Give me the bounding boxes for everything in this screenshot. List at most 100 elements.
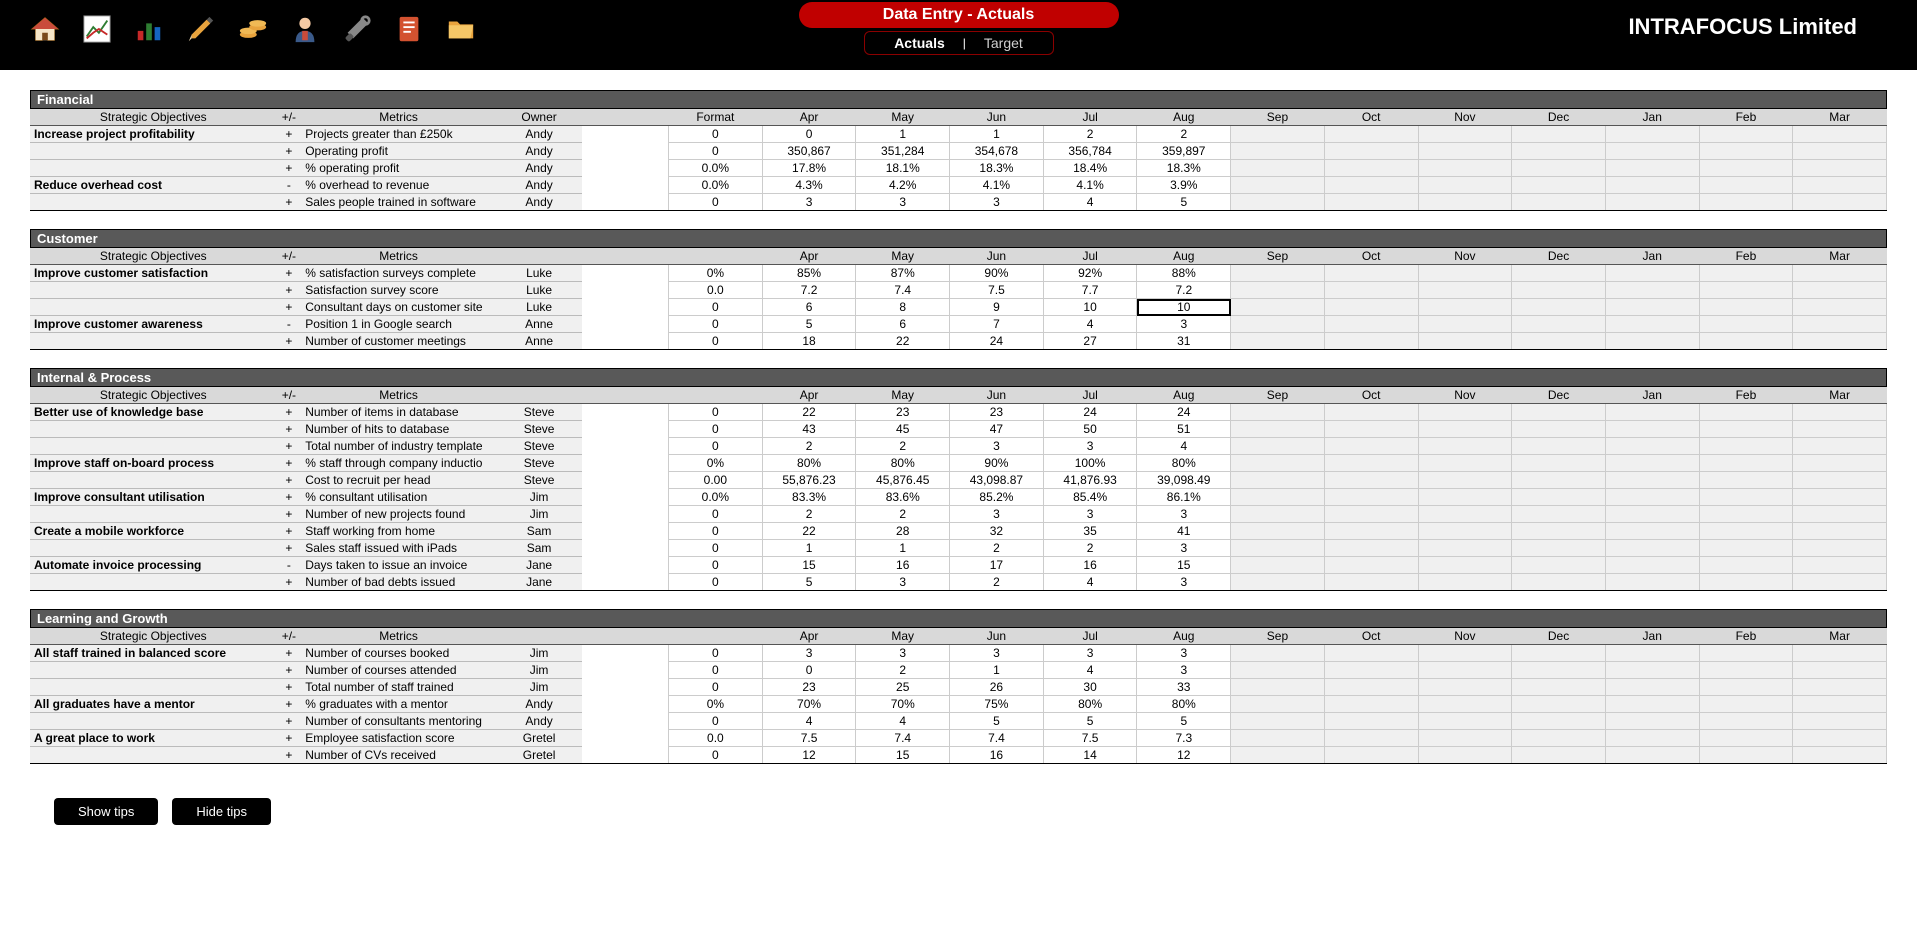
cell-mon[interactable] bbox=[1793, 333, 1887, 350]
cell-mon[interactable] bbox=[1418, 540, 1512, 557]
cell-mon[interactable] bbox=[1699, 438, 1793, 455]
cell-mon[interactable]: 4 bbox=[1137, 438, 1231, 455]
cell-mon[interactable]: 6 bbox=[856, 316, 950, 333]
cell-mon[interactable] bbox=[1605, 282, 1699, 299]
cell-mon[interactable]: 5 bbox=[1137, 713, 1231, 730]
cell-mon[interactable] bbox=[1793, 299, 1887, 316]
cell-fmt[interactable]: 0.0% bbox=[669, 177, 763, 194]
cell-mon[interactable]: 1 bbox=[856, 126, 950, 143]
cell-mon[interactable] bbox=[1231, 489, 1325, 506]
cell-mon[interactable]: 356,784 bbox=[1043, 143, 1137, 160]
cell-pm[interactable]: - bbox=[277, 557, 302, 574]
cell-mon[interactable] bbox=[1699, 194, 1793, 211]
cell-pm[interactable]: + bbox=[277, 282, 302, 299]
cell-mon[interactable] bbox=[1605, 540, 1699, 557]
cell-mon[interactable] bbox=[1699, 455, 1793, 472]
cell-mon[interactable]: 70% bbox=[762, 696, 856, 713]
cell-pm[interactable]: + bbox=[277, 299, 302, 316]
cell-mon[interactable]: 22 bbox=[762, 523, 856, 540]
cell-pm[interactable]: + bbox=[277, 404, 302, 421]
cell-fmt[interactable]: 0 bbox=[669, 747, 763, 764]
cell-mon[interactable] bbox=[1793, 747, 1887, 764]
cell-mon[interactable]: 7.5 bbox=[950, 282, 1044, 299]
cell-fmt[interactable]: 0% bbox=[669, 696, 763, 713]
cell-mon[interactable] bbox=[1231, 404, 1325, 421]
cell-mon[interactable]: 85% bbox=[762, 265, 856, 282]
cell-mon[interactable]: 3 bbox=[1137, 506, 1231, 523]
home-icon[interactable] bbox=[28, 12, 62, 46]
cell-mon[interactable]: 14 bbox=[1043, 747, 1137, 764]
cell-pm[interactable]: + bbox=[277, 160, 302, 177]
cell-mon[interactable]: 4 bbox=[856, 713, 950, 730]
cell-mon[interactable] bbox=[1418, 333, 1512, 350]
cell-mon[interactable]: 3 bbox=[1043, 438, 1137, 455]
cell-mon[interactable] bbox=[1699, 713, 1793, 730]
cell-pm[interactable]: + bbox=[277, 540, 302, 557]
cell-mon[interactable]: 7.2 bbox=[762, 282, 856, 299]
cell-mon[interactable] bbox=[1231, 438, 1325, 455]
cell-pm[interactable]: + bbox=[277, 333, 302, 350]
cell-mon[interactable]: 83.6% bbox=[856, 489, 950, 506]
cell-mon[interactable] bbox=[1418, 730, 1512, 747]
cell-mon[interactable]: 354,678 bbox=[950, 143, 1044, 160]
cell-mon[interactable] bbox=[1699, 160, 1793, 177]
cell-mon[interactable] bbox=[1793, 194, 1887, 211]
cell-fmt[interactable]: 0.0% bbox=[669, 489, 763, 506]
cell-mon[interactable] bbox=[1231, 662, 1325, 679]
cell-mon[interactable]: 10 bbox=[1043, 299, 1137, 316]
cell-mon[interactable]: 33 bbox=[1137, 679, 1231, 696]
cell-mon[interactable] bbox=[1418, 662, 1512, 679]
cell-mon[interactable] bbox=[1418, 143, 1512, 160]
cell-mon[interactable] bbox=[1512, 333, 1606, 350]
cell-mon[interactable] bbox=[1699, 696, 1793, 713]
cell-mon[interactable]: 39,098.49 bbox=[1137, 472, 1231, 489]
cell-mon[interactable]: 7.5 bbox=[762, 730, 856, 747]
cell-mon[interactable] bbox=[1324, 143, 1418, 160]
cell-pm[interactable]: + bbox=[277, 472, 302, 489]
cell-mon[interactable] bbox=[1699, 540, 1793, 557]
cell-mon[interactable] bbox=[1605, 489, 1699, 506]
cell-mon[interactable] bbox=[1512, 421, 1606, 438]
cell-mon[interactable] bbox=[1793, 404, 1887, 421]
cell-mon[interactable] bbox=[1793, 540, 1887, 557]
cell-mon[interactable]: 7.5 bbox=[1043, 730, 1137, 747]
cell-mon[interactable] bbox=[1418, 679, 1512, 696]
cell-mon[interactable] bbox=[1699, 143, 1793, 160]
cell-mon[interactable]: 12 bbox=[762, 747, 856, 764]
cell-mon[interactable]: 3 bbox=[1137, 574, 1231, 591]
cell-fmt[interactable]: 0.00 bbox=[669, 472, 763, 489]
cell-mon[interactable]: 1 bbox=[856, 540, 950, 557]
cell-mon[interactable] bbox=[1699, 333, 1793, 350]
chart-line-icon[interactable] bbox=[80, 12, 114, 46]
cell-mon[interactable] bbox=[1231, 333, 1325, 350]
cell-mon[interactable] bbox=[1324, 713, 1418, 730]
cell-mon[interactable]: 3 bbox=[1137, 316, 1231, 333]
cell-mon[interactable] bbox=[1793, 177, 1887, 194]
cell-mon[interactable]: 3 bbox=[950, 645, 1044, 662]
cell-mon[interactable] bbox=[1231, 747, 1325, 764]
cell-mon[interactable]: 90% bbox=[950, 265, 1044, 282]
cell-mon[interactable] bbox=[1605, 404, 1699, 421]
cell-mon[interactable] bbox=[1324, 730, 1418, 747]
cell-pm[interactable]: + bbox=[277, 506, 302, 523]
cell-mon[interactable]: 18.1% bbox=[856, 160, 950, 177]
cell-mon[interactable]: 83.3% bbox=[762, 489, 856, 506]
cell-mon[interactable]: 3 bbox=[950, 194, 1044, 211]
cell-pm[interactable]: - bbox=[277, 316, 302, 333]
cell-fmt[interactable]: 0 bbox=[669, 194, 763, 211]
cell-mon[interactable]: 41 bbox=[1137, 523, 1231, 540]
show-tips-button[interactable]: Show tips bbox=[54, 798, 158, 825]
cell-mon[interactable]: 4.3% bbox=[762, 177, 856, 194]
cell-mon[interactable] bbox=[1605, 747, 1699, 764]
cell-mon[interactable] bbox=[1793, 438, 1887, 455]
cell-mon[interactable] bbox=[1324, 489, 1418, 506]
cell-mon[interactable] bbox=[1231, 126, 1325, 143]
cell-fmt[interactable]: 0 bbox=[669, 316, 763, 333]
cell-pm[interactable]: + bbox=[277, 747, 302, 764]
cell-mon[interactable]: 2 bbox=[856, 506, 950, 523]
cell-mon[interactable] bbox=[1418, 299, 1512, 316]
cell-mon[interactable] bbox=[1512, 540, 1606, 557]
cell-mon[interactable]: 18.3% bbox=[1137, 160, 1231, 177]
cell-mon[interactable]: 3 bbox=[1137, 662, 1231, 679]
cell-mon[interactable] bbox=[1231, 540, 1325, 557]
